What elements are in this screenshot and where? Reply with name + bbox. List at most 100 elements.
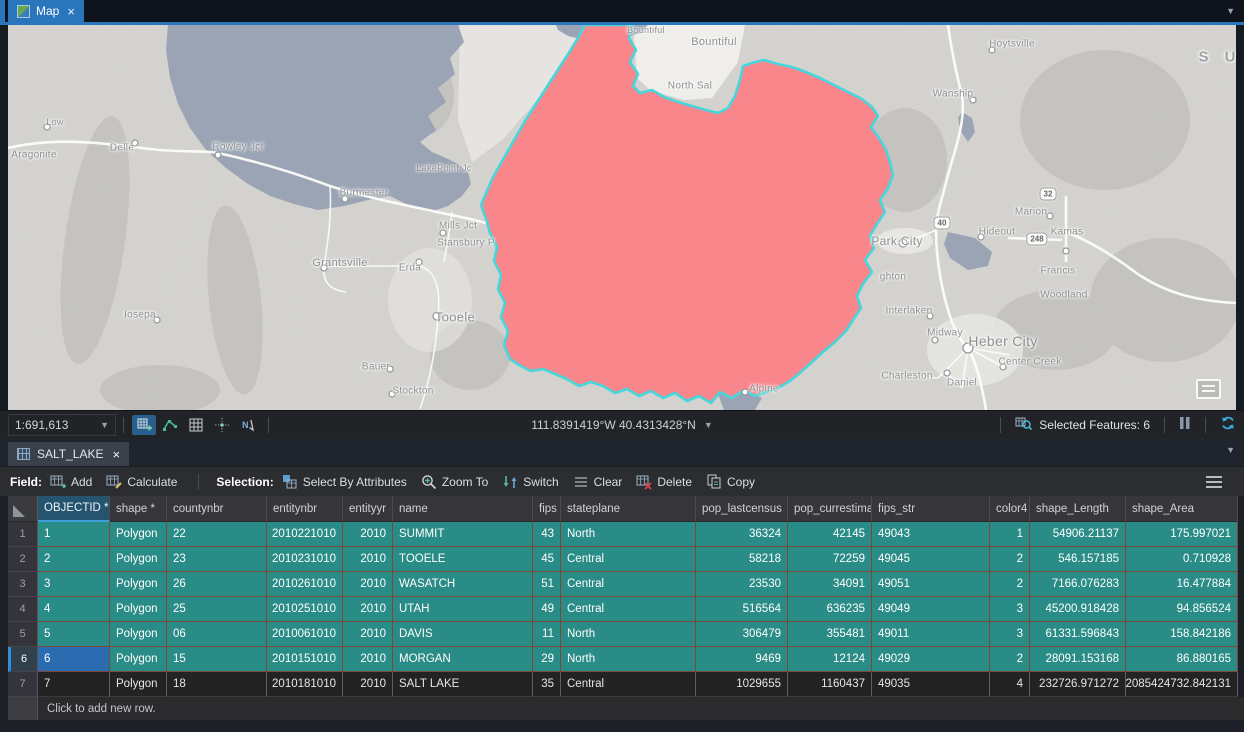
table-cell[interactable]: 4	[38, 597, 110, 622]
table-cell[interactable]: 42145	[788, 522, 872, 547]
table-cell[interactable]: 2010151010	[267, 647, 343, 672]
table-cell[interactable]: 306479	[696, 622, 788, 647]
table-cell[interactable]: Polygon	[110, 672, 167, 697]
table-cell[interactable]: 1029655	[696, 672, 788, 697]
table-cell[interactable]: 2010	[343, 597, 393, 622]
select-by-attributes-button[interactable]: Select By Attributes	[282, 474, 407, 490]
table-cell[interactable]: 06	[167, 622, 267, 647]
add-row-hint[interactable]: Click to add new row.	[38, 697, 1244, 720]
table-cell[interactable]: 2010221010	[267, 522, 343, 547]
column-header-fips-str[interactable]: fips_str	[872, 496, 990, 522]
table-cell[interactable]: 175.997021	[1126, 522, 1238, 547]
row-number[interactable]: 7	[8, 672, 38, 697]
row-number[interactable]: 5	[8, 622, 38, 647]
table-cell[interactable]: 29	[533, 647, 561, 672]
table-cell[interactable]: 2	[990, 572, 1030, 597]
table-cell[interactable]: 49043	[872, 522, 990, 547]
refresh-icon[interactable]	[1220, 415, 1236, 434]
calculate-field-button[interactable]: Calculate	[106, 474, 177, 490]
column-header-shape-[interactable]: shape *	[110, 496, 167, 522]
switch-selection-button[interactable]: Switch	[502, 474, 558, 490]
select-all-corner[interactable]	[8, 496, 38, 522]
table-cell[interactable]: 34091	[788, 572, 872, 597]
table-cell[interactable]: 2	[38, 547, 110, 572]
table-cell[interactable]: 516564	[696, 597, 788, 622]
table-cell[interactable]: 15	[167, 647, 267, 672]
column-header-color4[interactable]: color4	[990, 496, 1030, 522]
table-cell[interactable]: DAVIS	[393, 622, 533, 647]
table-cell[interactable]: 49	[533, 597, 561, 622]
table-cell[interactable]: Polygon	[110, 597, 167, 622]
table-cell[interactable]: 1	[990, 522, 1030, 547]
map-viewport[interactable]: BountifulBountifulNorth SalHoytsvilleWan…	[8, 25, 1236, 410]
table-cell[interactable]: 2010061010	[267, 622, 343, 647]
table-tab-list-caret-icon[interactable]	[1226, 445, 1235, 455]
table-cell[interactable]: MORGAN	[393, 647, 533, 672]
table-cell[interactable]: 45	[533, 547, 561, 572]
column-header-shape-area[interactable]: shape_Area	[1126, 496, 1238, 522]
column-header-objectid-[interactable]: OBJECTID *	[38, 496, 110, 522]
copy-button[interactable]: Copy	[706, 474, 755, 490]
table-cell[interactable]: 636235	[788, 597, 872, 622]
table-cell[interactable]: 9469	[696, 647, 788, 672]
table-cell[interactable]: 2	[990, 547, 1030, 572]
tab-salt-lake-table[interactable]: SALT_LAKE	[8, 442, 129, 466]
table-cell[interactable]: 2010181010	[267, 672, 343, 697]
edit-vertices-icon[interactable]	[158, 415, 182, 435]
tab-list-caret-icon[interactable]	[1226, 6, 1235, 16]
close-icon[interactable]	[67, 5, 75, 18]
table-cell[interactable]: SUMMIT	[393, 522, 533, 547]
table-cell[interactable]: North	[561, 622, 696, 647]
table-cell[interactable]: 11	[533, 622, 561, 647]
attribute-grid-icon[interactable]	[184, 415, 208, 435]
table-cell[interactable]: 2010	[343, 572, 393, 597]
table-cell[interactable]: 2	[990, 647, 1030, 672]
table-cell[interactable]: 35	[533, 672, 561, 697]
table-cell[interactable]: 2010231010	[267, 547, 343, 572]
table-cell[interactable]: 43	[533, 522, 561, 547]
table-menu-button[interactable]	[1206, 476, 1222, 488]
row-number[interactable]: 3	[8, 572, 38, 597]
table-cell[interactable]: 49011	[872, 622, 990, 647]
table-cell[interactable]: 51	[533, 572, 561, 597]
table-cell[interactable]: 26	[167, 572, 267, 597]
row-number[interactable]: 2	[8, 547, 38, 572]
table-cell[interactable]: 58218	[696, 547, 788, 572]
table-cell[interactable]: 7	[38, 672, 110, 697]
table-cell[interactable]: 23	[167, 547, 267, 572]
snap-point-icon[interactable]	[210, 415, 234, 435]
table-cell[interactable]: 2010	[343, 622, 393, 647]
table-cell[interactable]: 72259	[788, 547, 872, 572]
table-cell[interactable]: 355481	[788, 622, 872, 647]
table-cell[interactable]: 23530	[696, 572, 788, 597]
row-number[interactable]: 1	[8, 522, 38, 547]
table-cell[interactable]: 49051	[872, 572, 990, 597]
table-cell[interactable]: 3	[990, 597, 1030, 622]
column-header-fips[interactable]: fips	[533, 496, 561, 522]
table-cell[interactable]: 54906.21137	[1030, 522, 1126, 547]
column-header-shape-length[interactable]: shape_Length	[1030, 496, 1126, 522]
table-cell[interactable]: 6	[38, 647, 110, 672]
row-number[interactable]: 6	[8, 647, 38, 672]
table-cell[interactable]: 1160437	[788, 672, 872, 697]
table-cell[interactable]: 49049	[872, 597, 990, 622]
table-cell[interactable]: 0.710928	[1126, 547, 1238, 572]
column-header-pop-lastcensus[interactable]: pop_lastcensus	[696, 496, 788, 522]
table-cell[interactable]: Central	[561, 672, 696, 697]
table-cell[interactable]: UTAH	[393, 597, 533, 622]
table-cell[interactable]: Polygon	[110, 647, 167, 672]
snapping-toggle-icon[interactable]	[132, 415, 156, 435]
table-cell[interactable]: 25	[167, 597, 267, 622]
table-cell[interactable]: Central	[561, 547, 696, 572]
table-cell[interactable]: 2085424732.842131	[1126, 672, 1238, 697]
table-cell[interactable]: WASATCH	[393, 572, 533, 597]
table-cell[interactable]: 3	[990, 622, 1030, 647]
table-cell[interactable]: 1	[38, 522, 110, 547]
zoom-to-button[interactable]: Zoom To	[421, 474, 488, 490]
table-cell[interactable]: North	[561, 522, 696, 547]
table-cell[interactable]: 49029	[872, 647, 990, 672]
column-header-countynbr[interactable]: countynbr	[167, 496, 267, 522]
table-cell[interactable]: TOOELE	[393, 547, 533, 572]
table-cell[interactable]: Central	[561, 572, 696, 597]
clear-selection-button[interactable]: Clear	[573, 474, 623, 490]
